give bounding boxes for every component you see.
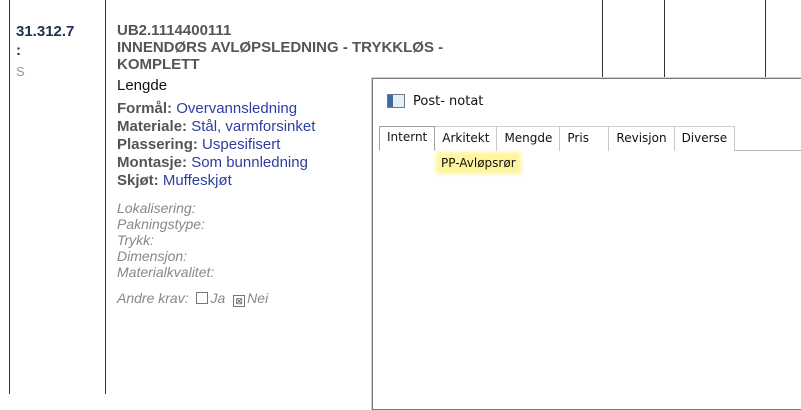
note-text[interactable]: PP-Avløpsrør bbox=[439, 155, 518, 171]
andre-krav-label: Andre krav: bbox=[117, 290, 189, 306]
item-title-line1: INNENDØRS AVLØPSLEDNING - TRYKKLØS - bbox=[117, 39, 444, 56]
nei-checkbox[interactable]: ⊠ bbox=[233, 295, 246, 307]
window-icon bbox=[387, 94, 405, 108]
ja-label: Ja bbox=[210, 290, 226, 306]
tab-revisjon[interactable]: Revisjon bbox=[609, 126, 675, 151]
column-divider-code bbox=[105, 0, 106, 394]
tab-internt[interactable]: Internt bbox=[379, 126, 436, 151]
item-status: S bbox=[16, 64, 25, 79]
tab-arkitekt[interactable]: Arkitekt bbox=[435, 126, 498, 151]
dialog-titlebar[interactable]: Post- notat bbox=[373, 79, 801, 123]
item-title-line2: KOMPLETT bbox=[117, 56, 200, 73]
item-ref: UB2.1114400111 bbox=[117, 22, 232, 39]
post-notat-dialog: Post- notat Internt Arkitekt Mengde Pris… bbox=[372, 78, 801, 410]
dialog-title: Post- notat bbox=[413, 93, 484, 109]
column-divider-3 bbox=[602, 0, 603, 78]
item-code: 31.312.7 bbox=[16, 23, 75, 40]
tab-mengde[interactable]: Mengde bbox=[497, 126, 561, 151]
ja-checkbox[interactable] bbox=[196, 292, 209, 304]
item-code-mark: : bbox=[16, 42, 21, 59]
column-divider-left bbox=[9, 0, 10, 394]
column-divider-5 bbox=[765, 0, 766, 78]
tab-diverse[interactable]: Diverse bbox=[674, 126, 736, 151]
item-code-cell: 31.312.7 : S bbox=[16, 22, 96, 81]
tab-bar: Internt Arkitekt Mengde Pris Revisjon Di… bbox=[379, 126, 801, 151]
nei-label: Nei bbox=[247, 290, 269, 306]
tab-pris[interactable]: Pris bbox=[560, 126, 610, 151]
column-divider-4 bbox=[664, 0, 665, 78]
